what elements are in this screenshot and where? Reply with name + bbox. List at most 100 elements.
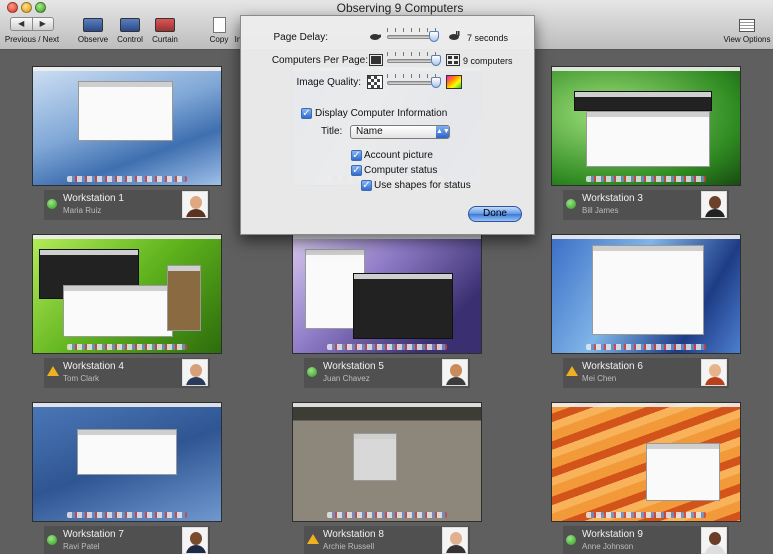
status-ok-icon [47,535,57,545]
user-avatar [442,359,468,386]
computer-tile[interactable]: Workstation 5 Juan Chavez [292,234,482,394]
user-name: Tom Clark [63,374,100,383]
computer-status-label: Computer status [364,165,438,176]
computers-per-page-slider-knob[interactable] [431,55,442,66]
copy-button[interactable]: Copy [206,17,232,44]
curtain-label: Curtain [152,35,178,44]
computer-name: Workstation 6 [582,361,643,372]
close-window-button[interactable] [7,2,18,13]
multi-screen-icon [446,54,460,66]
account-picture-checkbox[interactable]: ✓ [351,150,362,161]
display-info-label: Display Computer Information [315,108,448,119]
title-selected-value: Name [356,126,383,137]
status-warning-icon [47,366,59,376]
user-name: Mei Chen [582,374,617,383]
computer-tile[interactable]: Workstation 6 Mei Chen [551,234,741,394]
computer-name: Workstation 9 [582,529,643,540]
low-quality-icon [367,75,383,89]
status-warning-icon [307,534,319,544]
title-label: Title: [321,126,343,137]
user-avatar [182,359,208,386]
status-ok-icon [566,535,576,545]
user-name: Ravi Patel [63,542,100,551]
page-delay-value: 7 seconds [467,33,509,43]
status-warning-icon [566,366,578,376]
page-delay-label: Page Delay: [273,32,328,43]
image-quality-slider-knob[interactable] [431,77,442,88]
computer-info-bar: Workstation 7 Ravi Patel [44,526,210,554]
display-info-checkbox[interactable]: ✓ [301,108,312,119]
control-label: Control [117,35,143,44]
previous-next-label: Previous / Next [4,35,60,44]
account-picture-label: Account picture [364,150,433,161]
observe-label: Observe [77,35,109,44]
control-button[interactable]: Control [113,17,147,44]
screen-thumbnail[interactable] [292,402,482,522]
computer-name: Workstation 4 [63,361,124,372]
computer-name: Workstation 8 [323,529,384,540]
user-name: Maria Ruiz [63,206,102,215]
screen-thumbnail[interactable] [32,234,222,354]
view-options-icon [739,18,755,32]
status-ok-icon [47,199,57,209]
computer-info-bar: Workstation 5 Juan Chavez [304,358,470,388]
screen-thumbnail[interactable] [32,66,222,186]
window-title: Observing 9 Computers [336,1,464,15]
user-name: Bill James [582,206,619,215]
turtle-icon [370,34,381,40]
computers-per-page-label: Computers Per Page: [271,55,368,66]
user-avatar [182,191,208,218]
computer-info-bar: Workstation 9 Anne Johnson [563,526,729,554]
single-screen-icon [369,54,383,66]
computer-tile[interactable]: Workstation 8 Archie Russell [292,402,482,554]
user-avatar [701,191,727,218]
view-options-sheet: Page Delay: 7 seconds Computers Per Page… [240,15,535,235]
observe-button[interactable]: Observe [76,17,110,44]
computer-tile[interactable]: Workstation 3 Bill James [551,66,741,226]
computer-name: Workstation 3 [582,193,643,204]
hare-icon [449,31,460,40]
user-name: Archie Russell [323,542,375,551]
done-button[interactable]: Done [468,206,522,222]
computer-tile[interactable]: Workstation 9 Anne Johnson [551,402,741,554]
computer-tile[interactable]: Workstation 1 Maria Ruiz [32,66,222,226]
computer-name: Workstation 1 [63,193,124,204]
status-ok-icon [307,367,317,377]
page-delay-slider-knob[interactable] [428,31,439,42]
control-icon [120,18,140,32]
screen-thumbnail[interactable] [32,402,222,522]
high-quality-icon [446,75,462,89]
previous-arrow-icon[interactable]: ◀ [11,18,32,30]
curtain-icon [155,18,175,32]
copy-icon [212,17,226,33]
next-arrow-icon[interactable]: ▶ [31,18,54,30]
computers-per-page-value: 9 computers [463,56,513,66]
user-avatar [701,527,727,554]
minimize-window-button[interactable] [21,2,32,13]
user-name: Anne Johnson [582,542,634,551]
view-options-label: View Options [723,35,771,44]
popup-arrows-icon: ▲▼ [436,126,450,138]
computer-info-bar: Workstation 1 Maria Ruiz [44,190,210,220]
observe-icon [83,18,103,32]
computer-info-bar: Workstation 6 Mei Chen [563,358,729,388]
computer-tile[interactable]: Workstation 4 Tom Clark [32,234,222,394]
screen-thumbnail[interactable] [551,402,741,522]
computer-name: Workstation 5 [323,361,384,372]
view-options-button[interactable]: View Options [722,17,772,44]
user-name: Juan Chavez [323,374,370,383]
curtain-button[interactable]: Curtain [148,17,182,44]
zoom-window-button[interactable] [35,2,46,13]
screen-thumbnail[interactable] [551,66,741,186]
user-avatar [442,527,468,554]
screen-thumbnail[interactable] [292,234,482,354]
computer-info-bar: Workstation 4 Tom Clark [44,358,210,388]
title-popup[interactable]: Name ▲▼ [350,125,450,139]
computer-tile[interactable]: Workstation 7 Ravi Patel [32,402,222,554]
use-shapes-checkbox[interactable]: ✓ [361,180,372,191]
user-avatar [701,359,727,386]
computer-name: Workstation 7 [63,529,124,540]
screen-thumbnail[interactable] [551,234,741,354]
computer-status-checkbox[interactable]: ✓ [351,165,362,176]
computer-info-bar: Workstation 8 Archie Russell [304,526,470,554]
